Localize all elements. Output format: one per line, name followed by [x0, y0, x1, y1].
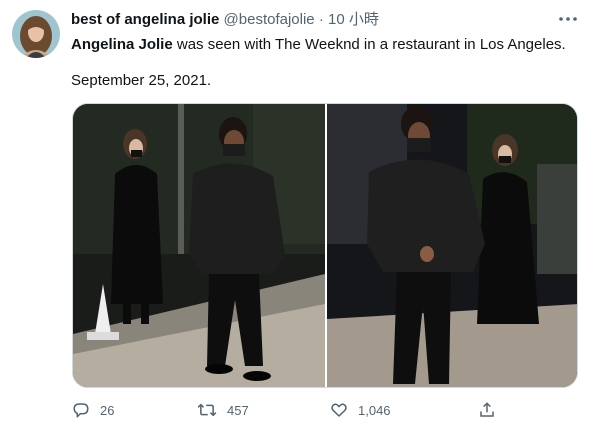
separator: · [318, 11, 324, 28]
timestamp[interactable]: 10 小時 [328, 11, 379, 28]
share-icon [478, 401, 496, 419]
reply-icon [72, 401, 90, 419]
reply-count: 26 [100, 402, 115, 418]
tweet-date-line: September 25, 2021. [71, 72, 212, 89]
share-button[interactable] [478, 399, 496, 421]
handle[interactable]: @bestofajolie [224, 11, 315, 28]
tweet-card[interactable]: best of angelina jolie @bestofajolie · 1… [0, 0, 597, 431]
photo-right[interactable] [327, 104, 577, 387]
tweet-actions: 26 457 1,046 [72, 399, 578, 421]
display-name[interactable]: best of angelina jolie [71, 11, 219, 28]
heart-icon [330, 401, 348, 419]
tweet-text-rest: was seen with The Weeknd in a restaurant… [172, 36, 566, 53]
avatar[interactable] [12, 10, 60, 58]
retweet-button[interactable]: 457 [197, 399, 249, 421]
reply-button[interactable]: 26 [72, 399, 114, 421]
more-icon[interactable] [556, 9, 580, 29]
media-grid [72, 103, 578, 388]
photo-left[interactable] [73, 104, 325, 387]
tweet-header: best of angelina jolie @bestofajolie · 1… [71, 11, 379, 29]
tweet-text: Angelina Jolie was seen with The Weeknd … [71, 35, 581, 55]
mentioned-name: Angelina Jolie [71, 36, 173, 53]
retweet-count: 457 [227, 402, 249, 418]
like-count: 1,046 [358, 402, 391, 418]
like-button[interactable]: 1,046 [330, 399, 391, 421]
retweet-icon [197, 401, 217, 419]
